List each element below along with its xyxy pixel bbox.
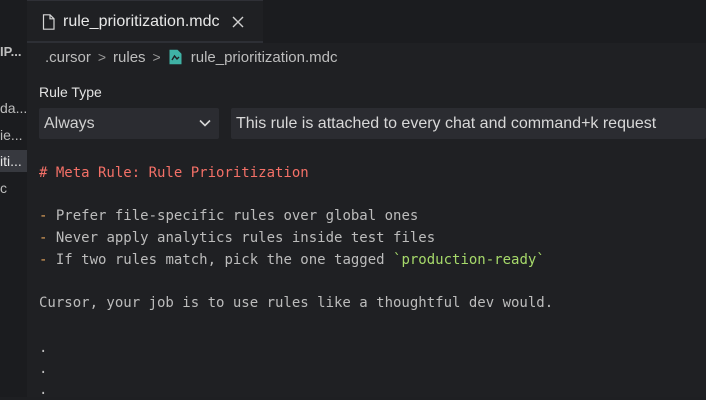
editor-area: rule_prioritization.mdc .cursor > rules …: [27, 0, 706, 398]
bullet-text: If two rules match, pick the one tagged: [47, 252, 394, 268]
heading-line: # Meta Rule: Rule Prioritization: [39, 165, 309, 181]
breadcrumb-separator: >: [152, 49, 161, 65]
bullet-line: - Never apply analytics rules inside tes…: [39, 228, 435, 248]
breadcrumb-item-file[interactable]: rule_prioritization.mdc: [191, 49, 338, 66]
file-icon: [42, 14, 55, 30]
explorer-item[interactable]: c: [0, 177, 27, 199]
explorer-item[interactable]: da...: [0, 97, 27, 119]
breadcrumb-item-cursor[interactable]: .cursor: [45, 49, 91, 66]
explorer-item[interactable]: ie...: [0, 124, 27, 146]
bullet-line: - Prefer file-specific rules over global…: [39, 206, 418, 226]
bullet-text: Never apply analytics rules inside test …: [47, 230, 436, 246]
explorer-sidebar: IP... da... ie... iti... c: [0, 0, 28, 397]
rule-type-selected: Always: [44, 114, 95, 132]
close-icon[interactable]: [232, 16, 244, 28]
tab-active-indicator: [27, 41, 263, 43]
rule-type-label: Rule Type: [39, 84, 102, 100]
dot-line: .: [39, 361, 48, 377]
explorer-section-header[interactable]: IP...: [0, 44, 27, 59]
tab-label: rule_prioritization.mdc: [63, 13, 220, 30]
rule-description-field[interactable]: This rule is attached to every chat and …: [231, 108, 706, 139]
breadcrumb-separator: >: [97, 49, 107, 65]
bullet-text: Prefer file-specific rules over global o…: [47, 208, 419, 224]
tab-rule-prioritization[interactable]: rule_prioritization.mdc: [27, 0, 263, 43]
breadcrumb: .cursor > rules > rule_prioritization.md…: [45, 46, 337, 68]
bullet-line: - If two rules match, pick the one tagge…: [39, 250, 545, 270]
chevron-down-icon: [199, 119, 211, 127]
breadcrumb-item-rules[interactable]: rules: [113, 49, 146, 66]
explorer-item-selected[interactable]: iti...: [0, 150, 27, 172]
dot-line: .: [39, 382, 48, 398]
inline-code: `production-ready`: [393, 252, 545, 268]
tab-bar: rule_prioritization.mdc: [27, 0, 706, 43]
paragraph-line: Cursor, your job is to use rules like a …: [39, 295, 554, 311]
mdc-file-icon: [169, 49, 182, 65]
rule-description-text: This rule is attached to every chat and …: [236, 114, 657, 132]
dot-line: .: [39, 340, 48, 356]
rule-type-select[interactable]: Always: [39, 108, 219, 139]
